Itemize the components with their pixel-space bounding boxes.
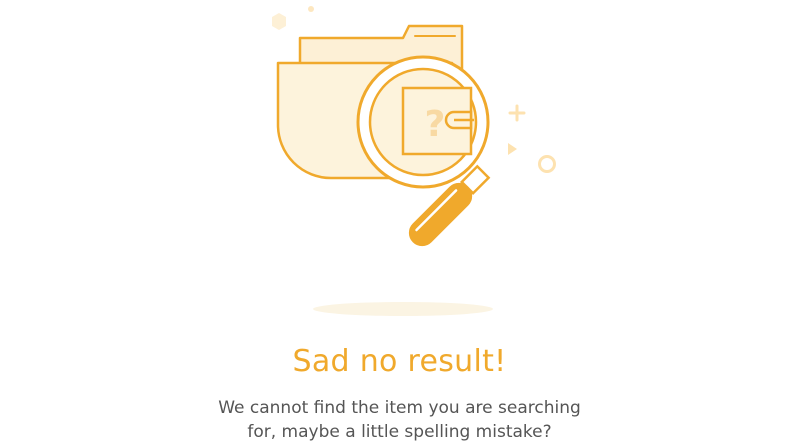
- page-title: Sad no result!: [292, 344, 507, 379]
- question-mark-icon: ?: [401, 86, 474, 156]
- empty-state: ? Sad no result! We cannot find the item…: [0, 0, 799, 445]
- question-mark-glyph: ?: [425, 104, 446, 145]
- empty-message: We cannot find the item you are searchin…: [0, 396, 799, 444]
- no-result-illustration: ?: [272, 6, 556, 316]
- ground-shadow: [313, 302, 493, 316]
- empty-message-line-2: for, maybe a little spelling mistake?: [247, 422, 552, 442]
- empty-message-line-1: We cannot find the item you are searchin…: [218, 398, 581, 418]
- magnifier-icon: ?: [356, 55, 491, 247]
